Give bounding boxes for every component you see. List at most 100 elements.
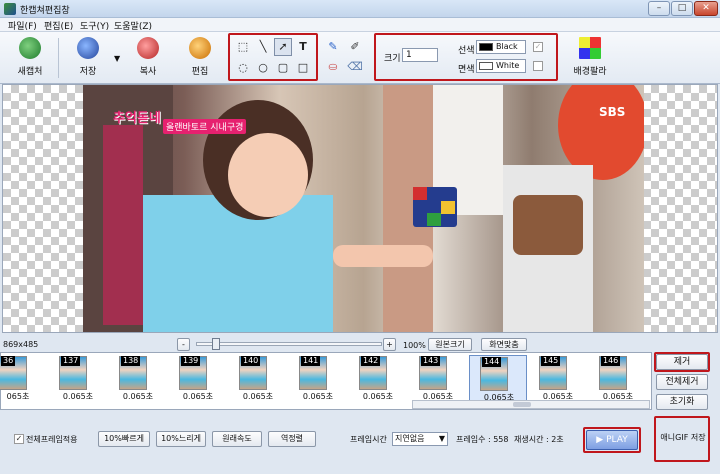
close-button[interactable]: ✕ [694,1,718,16]
fill-color-select[interactable]: White [476,59,526,73]
frame-item-selected[interactable]: 144 0.065초 [469,355,527,403]
faster-button[interactable]: 10%빠르게 [98,431,150,447]
fill-color-name: White [496,61,520,70]
frame-duration: 0.065초 [122,392,154,401]
frame-duration: 0.065초 [182,392,214,401]
zoom-out-button[interactable]: - [177,338,190,351]
menu-tools[interactable]: 도구(Y) [80,19,109,32]
frame-item[interactable]: 141 0.065초 [289,355,347,403]
edit-button[interactable]: 편집 [178,34,222,80]
menu-help[interactable]: 도움말(Z) [114,19,152,32]
chevron-down-icon: ▼ [438,434,445,443]
line-color-checkbox[interactable]: ✓ [533,42,543,52]
frame-item[interactable]: 138 0.065초 [109,355,167,403]
frame-number: 141 [301,356,321,366]
edit-label: 편집 [191,67,209,77]
apply-all-checkbox[interactable]: ✓ [14,434,24,444]
title-bar: 한캡쳐편집창 – □ ✕ [0,0,720,18]
zoom-percent: 100% [403,341,426,350]
minimize-button[interactable]: – [648,1,670,16]
slower-button[interactable]: 10%느리게 [156,431,206,447]
fill-color-checkbox[interactable] [533,61,543,71]
fill-color-swatch [479,61,493,70]
canvas-area[interactable]: 추억돋네 올랜바토르 시내구경 SBS [2,84,718,333]
save-dropdown-icon[interactable]: ▼ [114,54,120,63]
caption-top: 추억돋네 [113,111,161,126]
bg-palette-label: 배경팔라 [573,67,607,77]
frame-number: 36 [1,356,16,366]
ellipse-select-tool[interactable]: ◌ [234,59,252,77]
frame-item[interactable]: 36 065초 [0,355,47,403]
frame-count: 프레임수 : 558 [456,435,509,444]
frame-item[interactable]: 143 0.065초 [409,355,467,403]
size-label: 크기 [384,54,401,64]
frame-item[interactable]: 146 0.065초 [589,355,647,403]
original-speed-button[interactable]: 원래속도 [212,431,262,447]
new-capture-label: 새캡처 [17,67,43,77]
reset-button[interactable]: 초기화 [656,394,708,410]
frame-number: 139 [181,356,201,366]
frame-duration: 0.065초 [302,392,334,401]
captured-image: 추억돋네 올랜바토르 시내구경 SBS [83,85,644,332]
rect-select-tool[interactable]: ⬚ [234,38,252,56]
menu-file[interactable]: 파일(F) [8,19,37,32]
frame-item[interactable]: 137 0.065초 [49,355,107,403]
frame-duration: 0.065초 [62,392,94,401]
edit-icon [189,37,211,59]
frame-duration: 0.065초 [242,392,274,401]
frame-time-select[interactable]: 지연없음 ▼ [392,432,448,446]
frame-strip-scrollbar[interactable] [412,400,650,409]
save-label: 저장 [79,67,97,77]
line-color-select[interactable]: Black [476,40,526,54]
zoom-in-button[interactable]: + [383,338,396,351]
fill-bucket-tool[interactable]: ⛀ [324,58,342,76]
frame-duration: 0.065초 [362,392,394,401]
image-dimensions: 869x485 [3,340,39,349]
play-time: 재생시간 : 2초 [514,435,564,444]
zoom-slider-thumb[interactable] [212,338,220,350]
save-button[interactable]: 저장 [66,34,110,80]
bg-palette-button[interactable]: 배경팔라 [566,34,614,80]
new-capture-button[interactable]: 새캡처 [8,34,52,80]
scrollbar-thumb[interactable] [513,402,531,407]
floppy-icon [77,37,99,59]
caption-main: 올랜바토르 시내구경 [163,119,247,134]
line-tool[interactable]: ╲ [254,38,272,56]
zoom-slider[interactable] [196,342,382,346]
size-spinner[interactable]: 1 [402,48,438,62]
menu-edit[interactable]: 편집(E) [44,19,73,32]
frame-item[interactable]: 145 0.065초 [529,355,587,403]
play-button[interactable]: ▶ PLAY [586,430,638,450]
rect-tool[interactable]: □ [294,59,312,77]
eraser-tool[interactable]: ⌫ [346,58,364,76]
text-tool[interactable]: T [294,38,312,56]
brush-tool[interactable]: ✐ [346,38,364,56]
pencil-tool[interactable]: ✎ [324,38,342,56]
maximize-button[interactable]: □ [671,1,693,16]
circle-tool[interactable]: ○ [254,59,272,77]
copy-icon [137,37,159,59]
save-gif-button[interactable]: 애니GIF 저장 [657,432,709,443]
fit-screen-button[interactable]: 화면맞춤 [481,338,527,351]
original-size-button[interactable]: 원본크기 [428,338,472,351]
frame-duration: 065초 [6,392,30,401]
frame-item[interactable]: 142 0.065초 [349,355,407,403]
shape-tools-group: ⬚ ╲ ➚ T ◌ ○ ▢ □ [228,33,318,81]
remove-all-button[interactable]: 전체제거 [656,374,708,390]
line-color-swatch [479,42,493,51]
frame-number: 145 [541,356,561,366]
remove-frame-button[interactable]: 제거 [656,354,708,370]
size-value: 1 [406,50,412,60]
reverse-button[interactable]: 역정렬 [268,431,316,447]
frame-time-value: 지연없음 [395,434,425,443]
camera-icon [19,37,41,59]
play-icon: ▶ [596,435,607,445]
frame-number: 144 [482,357,502,367]
rounded-rect-tool[interactable]: ▢ [274,59,292,77]
copy-button[interactable]: 복사 [126,34,170,80]
frame-item[interactable]: 140 0.065초 [229,355,287,403]
frame-item[interactable]: 139 0.065초 [169,355,227,403]
line-color-name: Black [496,42,518,51]
fill-color-label: 면색 [458,65,475,75]
arrow-tool[interactable]: ➚ [274,38,292,56]
